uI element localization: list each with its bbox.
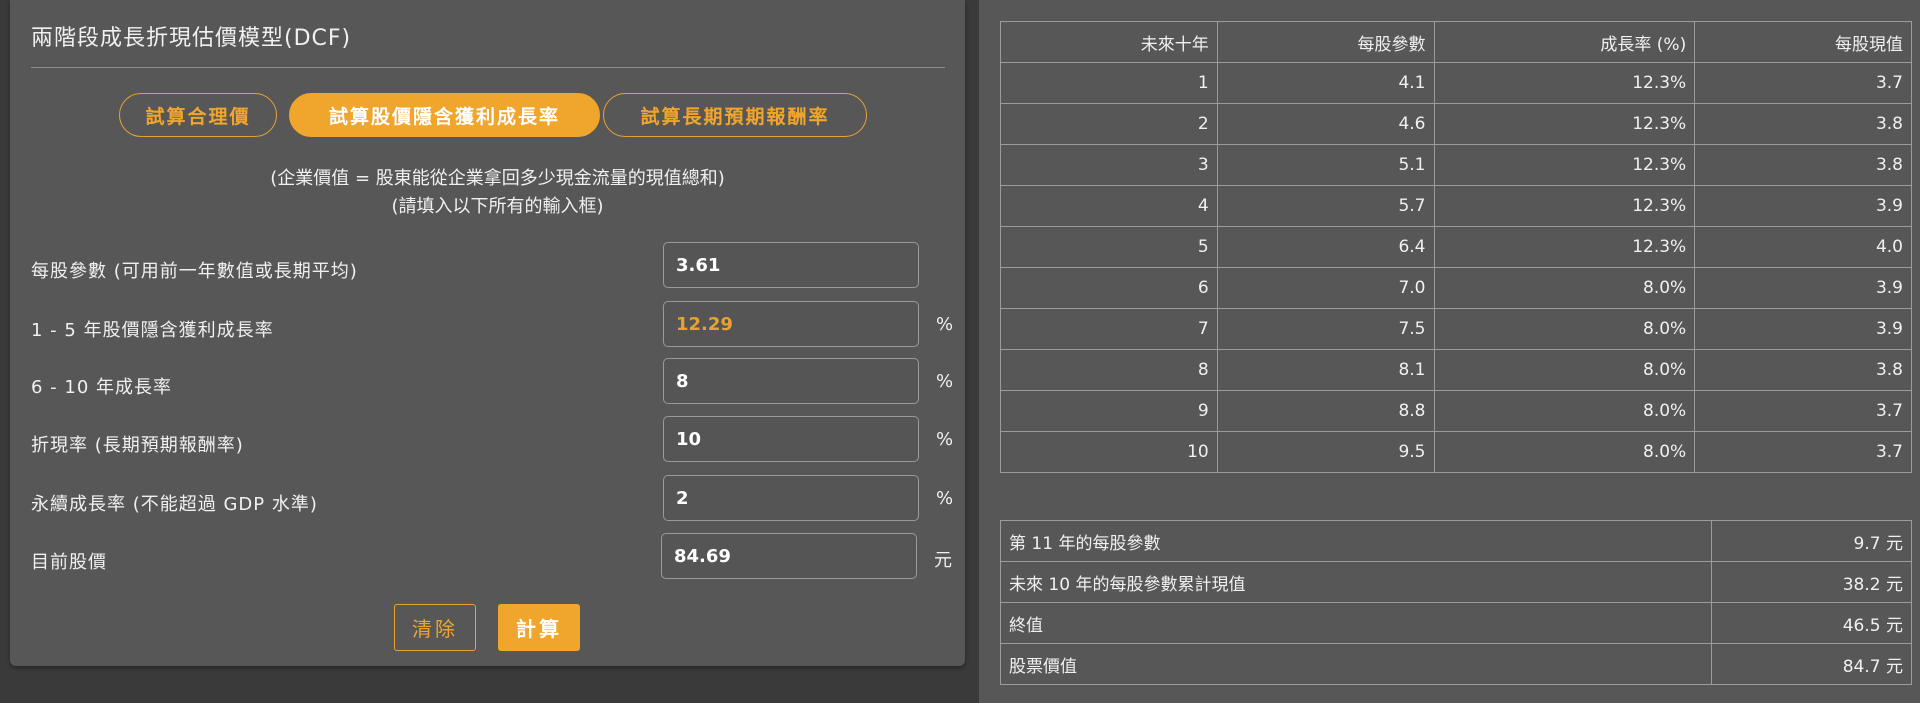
growth-cell: 8.0% xyxy=(1433,349,1696,391)
instruction-note: (請填入以下所有的輸入框) xyxy=(391,196,604,217)
pv-cell: 3.9 xyxy=(1694,267,1912,309)
growth-cell: 8.0% xyxy=(1433,431,1696,473)
discount-rate-input[interactable]: 10 xyxy=(663,416,919,462)
growth-cell: 12.3% xyxy=(1433,62,1696,104)
eps-cell: 9.5 xyxy=(1216,431,1435,473)
table-row: 8 8.1 8.0% 3.8 xyxy=(1000,349,1912,391)
table-row: 6 7.0 8.0% 3.9 xyxy=(1000,267,1912,309)
implied-growth-unit: % xyxy=(936,314,954,335)
pv-cell: 3.9 xyxy=(1694,308,1912,350)
pv-cell: 3.7 xyxy=(1694,62,1912,104)
perpetual-growth-label: 永續成長率 (不能超過 GDP 水準) xyxy=(31,494,318,515)
col-growth-header: 成長率 (%) xyxy=(1433,21,1696,63)
year-cell: 5 xyxy=(1000,226,1218,268)
summary-label: 未來 10 年的每股參數累計現值 xyxy=(1000,561,1712,603)
eps-cell: 8.1 xyxy=(1216,349,1435,391)
pv-cell: 3.9 xyxy=(1694,185,1912,227)
year-cell: 8 xyxy=(1000,349,1218,391)
year-cell: 9 xyxy=(1000,390,1218,432)
calculate-button[interactable]: 計算 xyxy=(498,604,580,651)
pv-cell: 3.7 xyxy=(1694,431,1912,473)
summary-value: 46.5 元 xyxy=(1711,602,1912,644)
eps-cell: 4.6 xyxy=(1216,103,1435,145)
current-price-unit: 元 xyxy=(934,550,952,571)
year-cell: 3 xyxy=(1000,144,1218,186)
eps-cell: 4.1 xyxy=(1216,62,1435,104)
table-row: 10 9.5 8.0% 3.7 xyxy=(1000,431,1912,473)
summary-label: 第 11 年的每股參數 xyxy=(1000,520,1712,562)
mode-fair-value-button[interactable]: 試算合理價 xyxy=(119,93,277,137)
eps-cell: 6.4 xyxy=(1216,226,1435,268)
dcf-calculator-panel: 兩階段成長折現估價模型(DCF) 試算合理價 試算股價隱含獲利成長率 試算長期預… xyxy=(10,0,965,666)
eps-cell: 7.5 xyxy=(1216,308,1435,350)
summary-row: 終值 46.5 元 xyxy=(1000,602,1912,644)
year-cell: 4 xyxy=(1000,185,1218,227)
summary-row: 股票價值 84.7 元 xyxy=(1000,643,1912,685)
pv-cell: 4.0 xyxy=(1694,226,1912,268)
perpetual-growth-input[interactable]: 2 xyxy=(663,475,919,521)
col-year-header: 未來十年 xyxy=(1000,21,1218,63)
pv-cell: 3.8 xyxy=(1694,349,1912,391)
summary-table: 第 11 年的每股參數 9.7 元 未來 10 年的每股參數累計現值 38.2 元 … xyxy=(1000,520,1912,685)
year-cell: 7 xyxy=(1000,308,1218,350)
growth-cell: 12.3% xyxy=(1433,144,1696,186)
pv-cell: 3.7 xyxy=(1694,390,1912,432)
year-cell: 10 xyxy=(1000,431,1218,473)
summary-value: 9.7 元 xyxy=(1711,520,1912,562)
calculator-title: 兩階段成長折現估價模型(DCF) xyxy=(31,26,352,51)
table-row: 7 7.5 8.0% 3.9 xyxy=(1000,308,1912,350)
pv-cell: 3.8 xyxy=(1694,144,1912,186)
mode-implied-growth-button[interactable]: 試算股價隱含獲利成長率 xyxy=(289,93,600,137)
year-cell: 6 xyxy=(1000,267,1218,309)
current-price-input[interactable]: 84.69 xyxy=(661,533,917,579)
current-price-label: 目前股價 xyxy=(31,552,107,573)
summary-value: 84.7 元 xyxy=(1711,643,1912,685)
implied-growth-label: 1 - 5 年股價隱含獲利成長率 xyxy=(31,320,274,341)
year-cell: 1 xyxy=(1000,62,1218,104)
table-row: 9 8.8 8.0% 3.7 xyxy=(1000,390,1912,432)
perpetual-growth-unit: % xyxy=(936,488,954,509)
growth-cell: 12.3% xyxy=(1433,226,1696,268)
summary-label: 股票價值 xyxy=(1000,643,1712,685)
eps-cell: 7.0 xyxy=(1216,267,1435,309)
table-row: 4 5.7 12.3% 3.9 xyxy=(1000,185,1912,227)
clear-button[interactable]: 清除 xyxy=(394,604,476,651)
growth-cell: 12.3% xyxy=(1433,103,1696,145)
eps-cell: 8.8 xyxy=(1216,390,1435,432)
growth-6-10-label: 6 - 10 年成長率 xyxy=(31,377,173,398)
summary-label: 終值 xyxy=(1000,602,1712,644)
implied-growth-output: 12.29 xyxy=(663,301,919,347)
growth-cell: 8.0% xyxy=(1433,308,1696,350)
summary-row: 第 11 年的每股參數 9.7 元 xyxy=(1000,520,1912,562)
col-pv-header: 每股現值 xyxy=(1694,21,1912,63)
growth-cell: 8.0% xyxy=(1433,390,1696,432)
summary-value: 38.2 元 xyxy=(1711,561,1912,603)
eps-cell: 5.1 xyxy=(1216,144,1435,186)
growth-6-10-input[interactable]: 8 xyxy=(663,358,919,404)
table-row: 1 4.1 12.3% 3.7 xyxy=(1000,62,1912,104)
eps-label: 每股參數 (可用前一年數值或長期平均) xyxy=(31,261,358,282)
valuation-note: (企業價值 = 股東能從企業拿回多少現金流量的現值總和) xyxy=(270,168,725,189)
discount-rate-label: 折現率 (長期預期報酬率) xyxy=(31,435,244,456)
summary-row: 未來 10 年的每股參數累計現值 38.2 元 xyxy=(1000,561,1912,603)
growth-cell: 8.0% xyxy=(1433,267,1696,309)
projection-header-row: 未來十年 每股參數 成長率 (%) 每股現值 xyxy=(1000,21,1912,63)
projection-table: 未來十年 每股參數 成長率 (%) 每股現值 1 4.1 12.3% 3.7 2 4.6… xyxy=(1000,21,1912,473)
title-divider xyxy=(31,67,945,68)
discount-rate-unit: % xyxy=(936,429,954,450)
col-eps-header: 每股參數 xyxy=(1216,21,1435,63)
growth-6-10-unit: % xyxy=(936,371,954,392)
table-row: 3 5.1 12.3% 3.8 xyxy=(1000,144,1912,186)
growth-cell: 12.3% xyxy=(1433,185,1696,227)
eps-cell: 5.7 xyxy=(1216,185,1435,227)
table-row: 2 4.6 12.3% 3.8 xyxy=(1000,103,1912,145)
year-cell: 2 xyxy=(1000,103,1218,145)
eps-input[interactable]: 3.61 xyxy=(663,242,919,288)
pv-cell: 3.8 xyxy=(1694,103,1912,145)
mode-expected-return-button[interactable]: 試算長期預期報酬率 xyxy=(603,93,867,137)
table-row: 5 6.4 12.3% 4.0 xyxy=(1000,226,1912,268)
